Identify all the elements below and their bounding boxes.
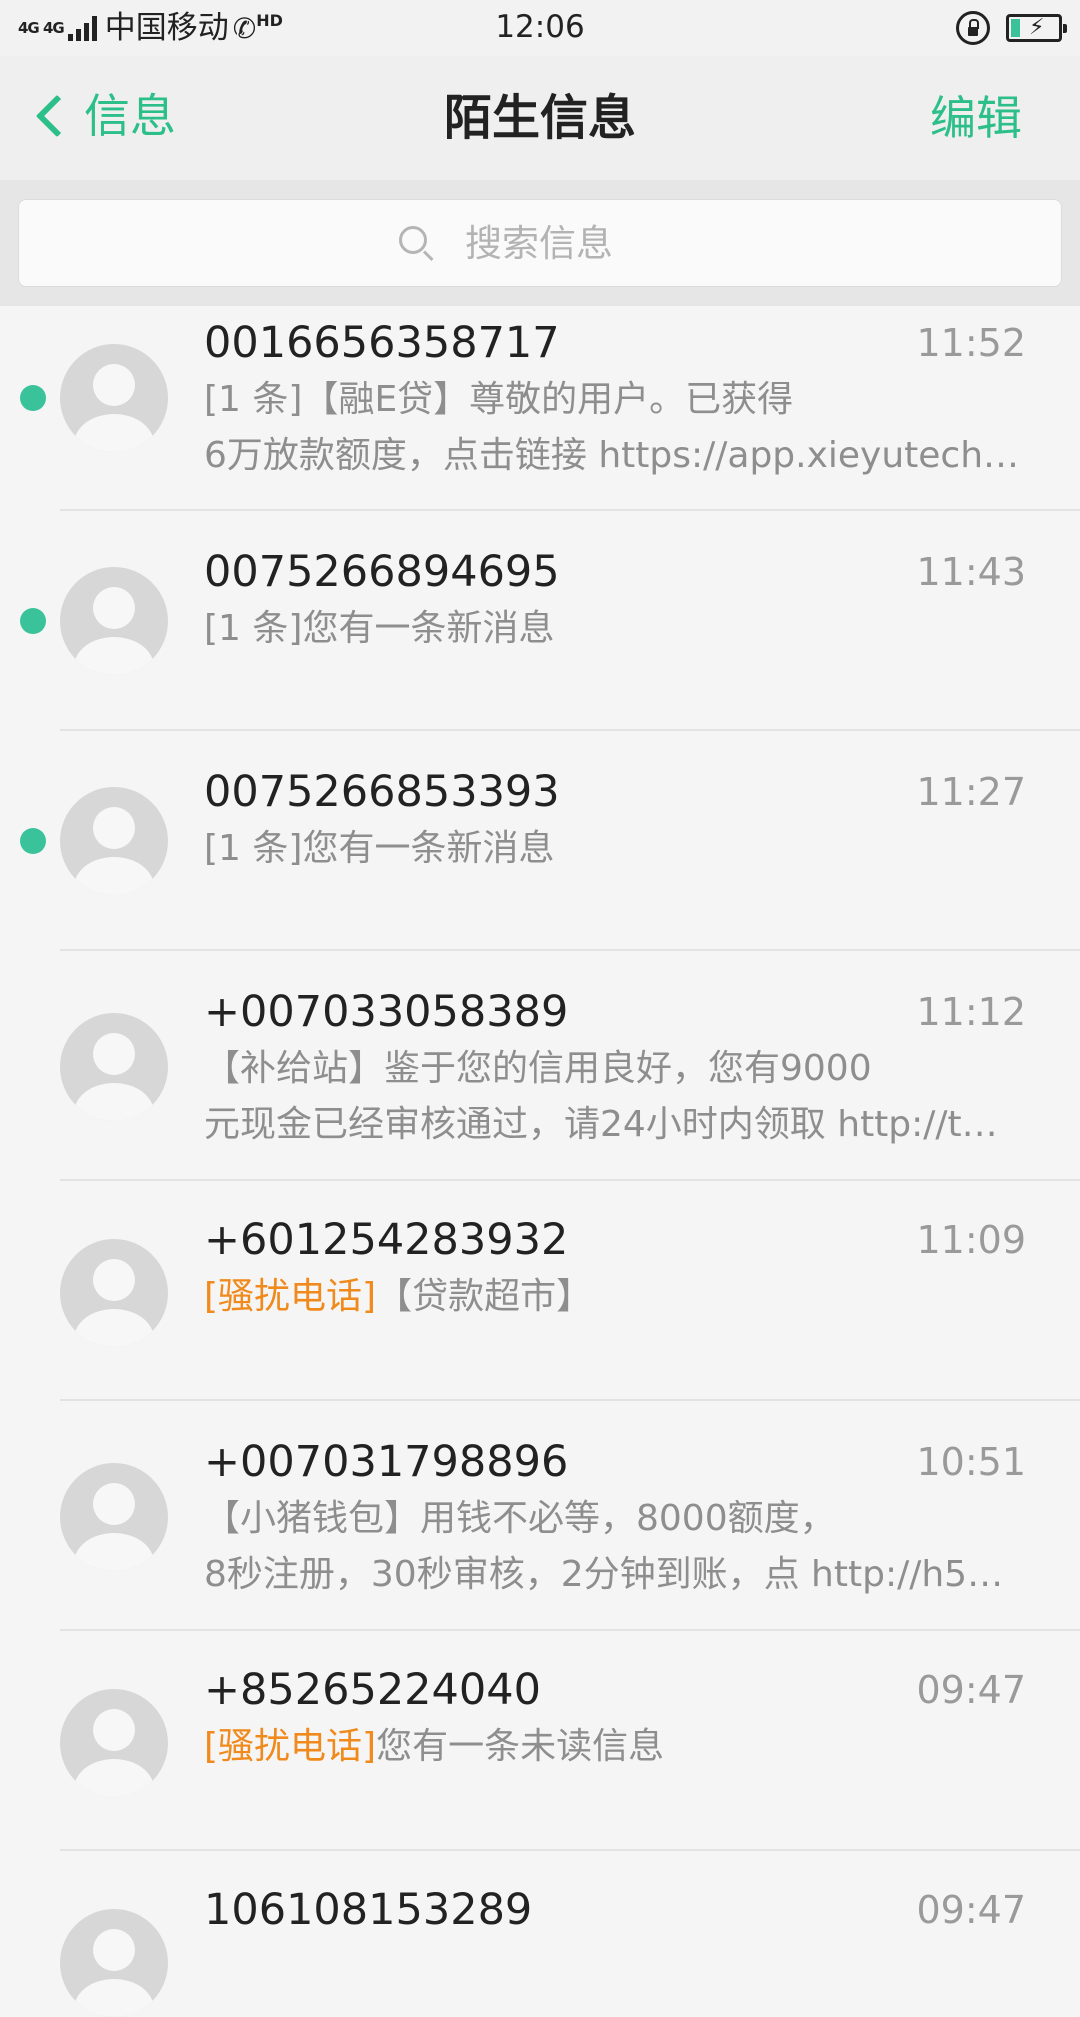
rotation-lock-icon [956, 11, 990, 45]
status-bar-right: ⚡ [956, 10, 1067, 46]
sender-number: +85265224040 [204, 1665, 541, 1715]
avatar [60, 1909, 168, 2017]
spam-tag: [骚扰电话] [204, 1276, 377, 1317]
list-item[interactable]: +007033058389 11:12 【补给站】鉴于您的信用良好，您有9000… [0, 951, 1080, 1181]
message-preview: 【小猪钱包】用钱不必等，8000额度， 8秒注册，30秒审核，2分钟到账，点 h… [204, 1491, 1026, 1603]
avatar [60, 787, 168, 895]
avatar [60, 1689, 168, 1797]
preview-line-2: 8秒注册，30秒审核，2分钟到账，点 http://h5… [204, 1554, 1004, 1595]
preview-line-1: 【补给站】鉴于您的信用良好，您有9000 [204, 1048, 872, 1089]
message-preview: [1 条]【融E贷】尊敬的用户。已获得 6万放款额度，点击链接 https://… [204, 372, 1026, 484]
list-item[interactable]: 0075266894695 11:43 [1 条]您有一条新消息 [0, 511, 1080, 731]
unread-indicator [20, 828, 46, 854]
preview-text: 您有一条未读信息 [376, 1726, 665, 1767]
unread-indicator [20, 608, 46, 634]
preview-line-1: [骚扰电话]【贷款超市】 [204, 1269, 1026, 1325]
preview-line-2: 元现金已经审核通过，请24小时内领取 http://t… [204, 1104, 998, 1145]
message-time: 11:43 [916, 550, 1026, 594]
nav-header: 信息 陌生信息 编辑 [0, 56, 1080, 180]
avatar [60, 1013, 168, 1121]
message-list: 0016656358717 11:52 [1 条]【融E贷】尊敬的用户。已获得 … [0, 306, 1080, 2017]
preview-line-2: 6万放款额度，点击链接 https://app.xieyutech.… [204, 435, 1026, 476]
list-item[interactable]: 0016656358717 11:52 [1 条]【融E贷】尊敬的用户。已获得 … [0, 306, 1080, 511]
sender-number: 0075266894695 [204, 547, 560, 597]
status-bar: 4G 4G 中国移动 ✆ HD 12:06 ⚡ [0, 0, 1080, 56]
preview-line-1: [骚扰电话]您有一条未读信息 [204, 1719, 1026, 1775]
avatar [60, 1239, 168, 1347]
message-time: 11:52 [916, 321, 1026, 365]
sender-number: +007033058389 [204, 987, 569, 1037]
search-box[interactable] [18, 199, 1062, 287]
search-input[interactable] [463, 220, 683, 266]
sender-number: +007031798896 [204, 1437, 569, 1487]
preview-line-1: [1 条]您有一条新消息 [204, 828, 555, 869]
avatar [60, 567, 168, 675]
list-item[interactable]: +007031798896 10:51 【小猪钱包】用钱不必等，8000额度， … [0, 1401, 1080, 1631]
message-preview: [1 条]您有一条新消息 [204, 601, 1026, 657]
preview-line-1: [1 条]您有一条新消息 [204, 608, 555, 649]
list-item[interactable]: 106108153289 09:47 [0, 1851, 1080, 2017]
search-bar-container [0, 180, 1080, 306]
message-time: 11:12 [916, 990, 1026, 1034]
message-time: 11:27 [916, 770, 1026, 814]
spam-tag: [骚扰电话] [204, 1726, 377, 1767]
search-icon [397, 224, 435, 262]
avatar [60, 344, 168, 452]
preview-text: 【贷款超市】 [376, 1276, 593, 1317]
message-time: 09:47 [916, 1668, 1026, 1712]
message-time: 10:51 [916, 1440, 1026, 1484]
sender-number: +601254283932 [204, 1215, 569, 1265]
page-title: 陌生信息 [443, 90, 636, 146]
message-preview: [1 条]您有一条新消息 [204, 821, 1026, 877]
preview-line-1: 【小猪钱包】用钱不必等，8000额度， [204, 1498, 836, 1539]
sender-number: 0075266853393 [204, 767, 560, 817]
message-time: 11:09 [916, 1218, 1026, 1262]
sender-number: 106108153289 [204, 1885, 533, 1935]
edit-button[interactable]: 编辑 [930, 86, 1022, 150]
battery-charging-icon: ⚡ [1006, 14, 1067, 42]
message-preview: 【补给站】鉴于您的信用良好，您有9000 元现金已经审核通过，请24小时内领取 … [204, 1041, 1026, 1153]
status-bar-time: 12:06 [495, 9, 585, 45]
avatar [60, 1463, 168, 1571]
message-preview: [骚扰电话]【贷款超市】 [204, 1269, 1026, 1325]
unread-indicator [20, 385, 46, 411]
message-preview: [骚扰电话]您有一条未读信息 [204, 1719, 1026, 1775]
list-item[interactable]: +601254283932 11:09 [骚扰电话]【贷款超市】 [0, 1181, 1080, 1401]
message-time: 09:47 [916, 1888, 1026, 1932]
list-item[interactable]: +85265224040 09:47 [骚扰电话]您有一条未读信息 [0, 1631, 1080, 1851]
list-item[interactable]: 0075266853393 11:27 [1 条]您有一条新消息 [0, 731, 1080, 951]
sender-number: 0016656358717 [204, 318, 560, 368]
preview-line-1: [1 条]【融E贷】尊敬的用户。已获得 [204, 379, 794, 420]
